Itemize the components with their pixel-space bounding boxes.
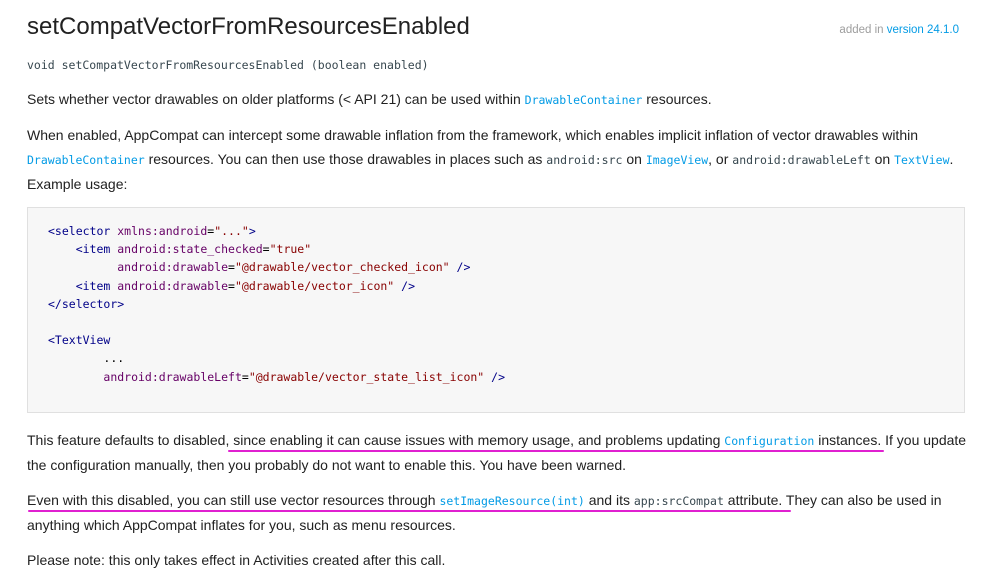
code-token: "@drawable/vector_icon" xyxy=(234,278,395,293)
code-token: /> xyxy=(484,369,505,384)
p1-text-1: Sets whether vector drawables on older p… xyxy=(27,91,525,107)
code-token: "true" xyxy=(269,242,312,257)
drawablecontainer-link[interactable]: DrawableContainer xyxy=(525,93,643,107)
p4-text-1: Even with this disabled, you can still u… xyxy=(27,492,440,508)
code-token: <selector xyxy=(48,224,118,238)
description-paragraph-1: Sets whether vector drawables on older p… xyxy=(27,87,967,112)
code-token: </selector> xyxy=(48,296,125,311)
api-doc-section: setCompatVectorFromResourcesEnabled adde… xyxy=(27,0,967,568)
code-token: "..." xyxy=(214,224,249,238)
setimageresource-link[interactable]: setImageResource(int) xyxy=(439,494,584,508)
added-in-prefix: added in xyxy=(839,24,887,36)
code-token: <item xyxy=(75,242,118,257)
p2-text-1: When enabled, AppCompat can intercept so… xyxy=(27,127,919,143)
method-title: setCompatVectorFromResourcesEnabled xyxy=(27,13,470,40)
code-token: ... xyxy=(103,351,125,366)
annotation-underline-2 xyxy=(28,510,791,512)
configuration-link[interactable]: Configuration xyxy=(724,434,814,448)
code-token: /> xyxy=(449,260,471,275)
code-token: = xyxy=(262,242,270,257)
code-token: = xyxy=(228,278,235,293)
p2-text-5: on xyxy=(870,151,895,167)
code-token: = xyxy=(228,260,235,275)
p2-text-3: on xyxy=(622,151,646,167)
textview-link[interactable]: TextView xyxy=(894,153,949,167)
api-level-note: added in version 24.1.0 xyxy=(839,24,959,36)
description-paragraph-4: Even with this disabled, you can still u… xyxy=(27,488,967,537)
p1-text-2: resources. xyxy=(642,91,712,107)
code-token: <item xyxy=(75,278,118,293)
code-token: = xyxy=(241,369,249,384)
method-signature: void setCompatVectorFromResourcesEnabled… xyxy=(27,58,429,72)
android-src-code: android:src xyxy=(546,153,623,167)
p5-text-1: Please note: this only takes effect in A… xyxy=(27,552,446,568)
p3-text-1: This feature defaults to disabled, since… xyxy=(27,432,725,448)
code-example: <selector xmlns:android = "..."> <item and… xyxy=(48,222,505,386)
code-token: android:state_checked xyxy=(117,242,263,257)
code-token: "@drawable/vector_state_list_icon" xyxy=(248,369,485,384)
description-paragraph-5: Please note: this only takes effect in A… xyxy=(27,548,967,572)
code-token: android:drawable xyxy=(117,260,229,275)
drawablecontainer-link-2[interactable]: DrawableContainer xyxy=(27,153,145,167)
app-srccompat-code: app:srcCompat xyxy=(633,494,724,508)
description-paragraph-3: This feature defaults to disabled, since… xyxy=(27,428,967,477)
method-header: setCompatVectorFromResourcesEnabled adde… xyxy=(27,0,967,44)
code-token: android:drawable xyxy=(117,278,229,293)
android-drawableleft-code: android:drawableLeft xyxy=(732,153,871,167)
imageview-link[interactable]: ImageView xyxy=(646,153,708,167)
code-token: android:drawableLeft xyxy=(103,369,242,384)
version-link[interactable]: version 24.1.0 xyxy=(887,24,959,36)
description-paragraph-2: When enabled, AppCompat can intercept so… xyxy=(27,123,967,196)
code-token: "@drawable/vector_checked_icon" xyxy=(234,260,450,275)
p2-text-4: , or xyxy=(708,151,733,167)
code-token: <TextView xyxy=(48,333,111,348)
code-example-block: <selector xmlns:android = "..."> <item and… xyxy=(27,207,965,413)
annotation-underline-1 xyxy=(228,450,884,452)
code-token: xmlns:android xyxy=(117,224,208,238)
p2-text-2: resources. You can then use those drawab… xyxy=(144,151,547,167)
p4-text-2: and its xyxy=(584,492,634,508)
code-token: > xyxy=(248,224,256,238)
code-token: /> xyxy=(394,278,415,293)
